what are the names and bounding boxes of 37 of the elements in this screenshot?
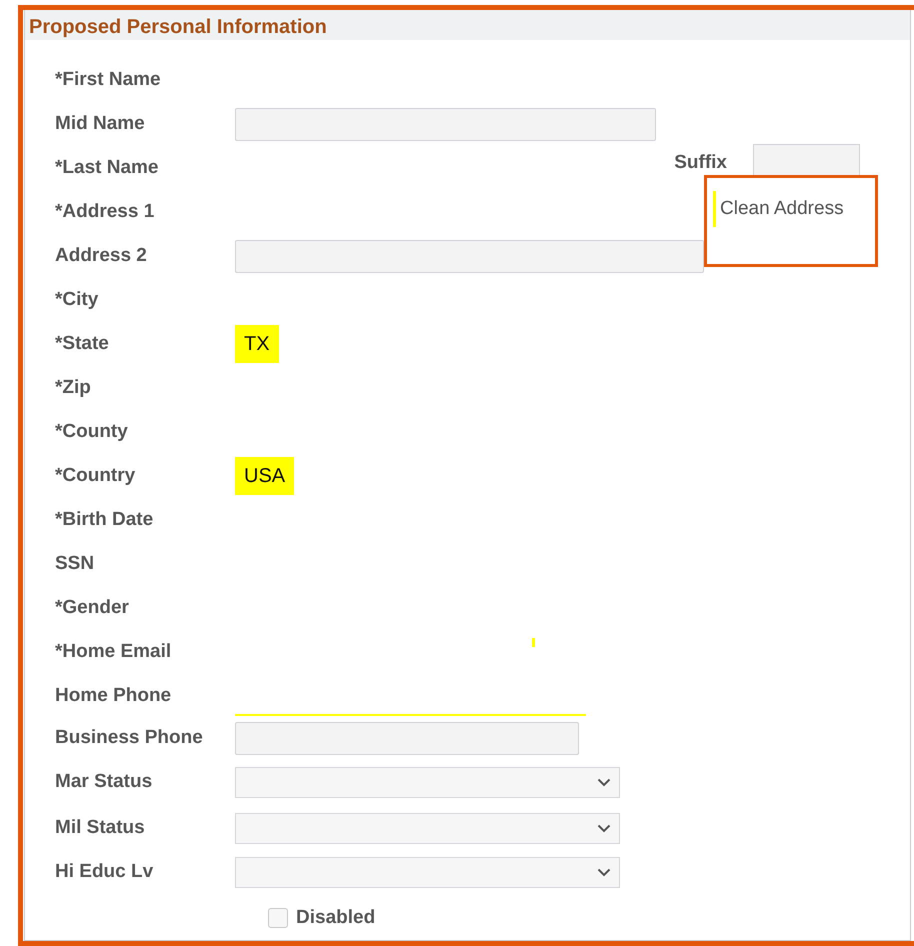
field-label: *State (55, 332, 110, 356)
field-label: *City (55, 288, 100, 312)
text-field[interactable] (235, 108, 656, 140)
dropdown-field[interactable] (235, 812, 620, 844)
field-label: *County (55, 420, 129, 444)
field-label: *Birth Date (55, 508, 154, 532)
field-label: Address 2 (55, 244, 148, 268)
field-label: *Gender (55, 596, 130, 620)
chevron-down-icon (597, 868, 611, 876)
field-label: Mar Status (55, 770, 154, 794)
dropdown-field[interactable] (235, 856, 620, 888)
field-label: *Home Email (55, 640, 172, 664)
checkbox-label: Disabled (296, 906, 376, 930)
text-field[interactable] (235, 240, 704, 272)
highlight-mark (532, 638, 535, 646)
field-label: *Last Name (55, 156, 160, 180)
field-label: *Zip (55, 376, 92, 400)
checkbox[interactable] (268, 908, 288, 928)
field-label: Home Phone (55, 684, 172, 708)
field-label: Business Phone (55, 726, 204, 750)
field-label: *Country (55, 464, 136, 488)
field-value: USA (235, 457, 294, 495)
field-label: Mid Name (55, 112, 146, 136)
field-label: *Address 1 (55, 200, 156, 224)
section-title: Proposed Personal Information (29, 16, 327, 38)
suffix-field[interactable] (753, 144, 860, 177)
chevron-down-icon (597, 824, 611, 832)
dropdown-field[interactable] (235, 767, 620, 798)
field-label: Mil Status (55, 816, 146, 840)
field-label: *First Name (55, 68, 162, 92)
field-value: TX (235, 325, 279, 363)
text-field[interactable] (235, 722, 579, 755)
chevron-down-icon (597, 778, 611, 787)
clean-address-link[interactable]: Clean Address (713, 191, 844, 227)
field-label: Hi Educ Lv (55, 860, 154, 884)
field-label: SSN (55, 552, 96, 576)
suffix-label: Suffix (674, 151, 727, 175)
